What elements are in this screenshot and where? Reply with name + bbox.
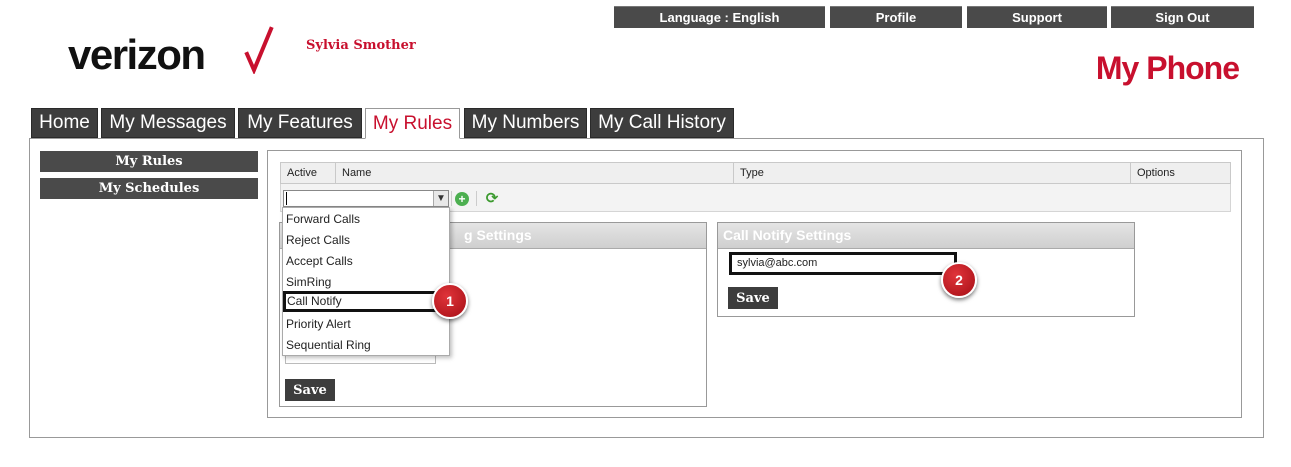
page-brand-title: My Phone bbox=[1095, 50, 1240, 86]
tab-my-rules[interactable]: My Rules bbox=[365, 108, 460, 139]
call-notify-settings-title: Call Notify Settings bbox=[718, 223, 1134, 249]
tab-my-messages[interactable]: My Messages bbox=[101, 108, 235, 138]
add-circle-icon[interactable]: + bbox=[455, 192, 469, 206]
dropdown-option-forward-calls[interactable]: Forward Calls bbox=[283, 209, 443, 230]
rule-type-dropdown: Forward Calls Reject Calls Accept Calls … bbox=[282, 207, 450, 356]
language-link[interactable]: Language : English bbox=[614, 6, 825, 28]
dropdown-option-sequential-ring[interactable]: Sequential Ring bbox=[283, 335, 443, 356]
toolbar-divider bbox=[451, 191, 452, 206]
dropdown-option-simring[interactable]: SimRing bbox=[283, 272, 443, 293]
notify-email-input[interactable]: sylvia@abc.com bbox=[729, 252, 957, 275]
user-name: Sylvia Smother bbox=[306, 38, 416, 53]
verizon-logo: verizon bbox=[68, 31, 206, 78]
text-cursor bbox=[286, 192, 287, 205]
dropdown-option-call-notify[interactable]: Call Notify bbox=[283, 291, 449, 312]
column-header-active[interactable]: Active bbox=[281, 163, 336, 183]
step-marker-2: 2 bbox=[941, 262, 977, 298]
tab-my-features[interactable]: My Features bbox=[238, 108, 362, 138]
tab-my-call-history[interactable]: My Call History bbox=[590, 108, 734, 138]
column-header-name[interactable]: Name bbox=[336, 163, 734, 183]
dropdown-option-reject-calls[interactable]: Reject Calls bbox=[283, 230, 443, 251]
column-header-options[interactable]: Options bbox=[1131, 163, 1230, 183]
sign-out-link[interactable]: Sign Out bbox=[1111, 6, 1254, 28]
column-header-type[interactable]: Type bbox=[734, 163, 1131, 183]
dropdown-option-priority-alert[interactable]: Priority Alert bbox=[283, 314, 443, 335]
tab-home[interactable]: Home bbox=[31, 108, 98, 138]
chevron-down-icon[interactable]: ▼ bbox=[433, 191, 448, 206]
profile-link[interactable]: Profile bbox=[830, 6, 962, 28]
rule-settings-save-button[interactable]: Save bbox=[285, 379, 335, 401]
verizon-check-icon bbox=[244, 26, 274, 74]
rules-grid-header: Active Name Type Options bbox=[280, 162, 1231, 184]
tab-my-numbers[interactable]: My Numbers bbox=[464, 108, 587, 138]
dropdown-option-accept-calls[interactable]: Accept Calls bbox=[283, 251, 443, 272]
rule-type-select[interactable] bbox=[283, 190, 449, 207]
toolbar-divider bbox=[476, 191, 477, 206]
support-link[interactable]: Support bbox=[967, 6, 1107, 28]
step-marker-1: 1 bbox=[432, 283, 468, 319]
sidebar-item-my-schedules[interactable]: My Schedules bbox=[40, 178, 258, 199]
refresh-icon[interactable]: ⟳ bbox=[484, 190, 500, 207]
sidebar-item-my-rules[interactable]: My Rules bbox=[40, 151, 258, 172]
call-notify-save-button[interactable]: Save bbox=[728, 287, 778, 309]
